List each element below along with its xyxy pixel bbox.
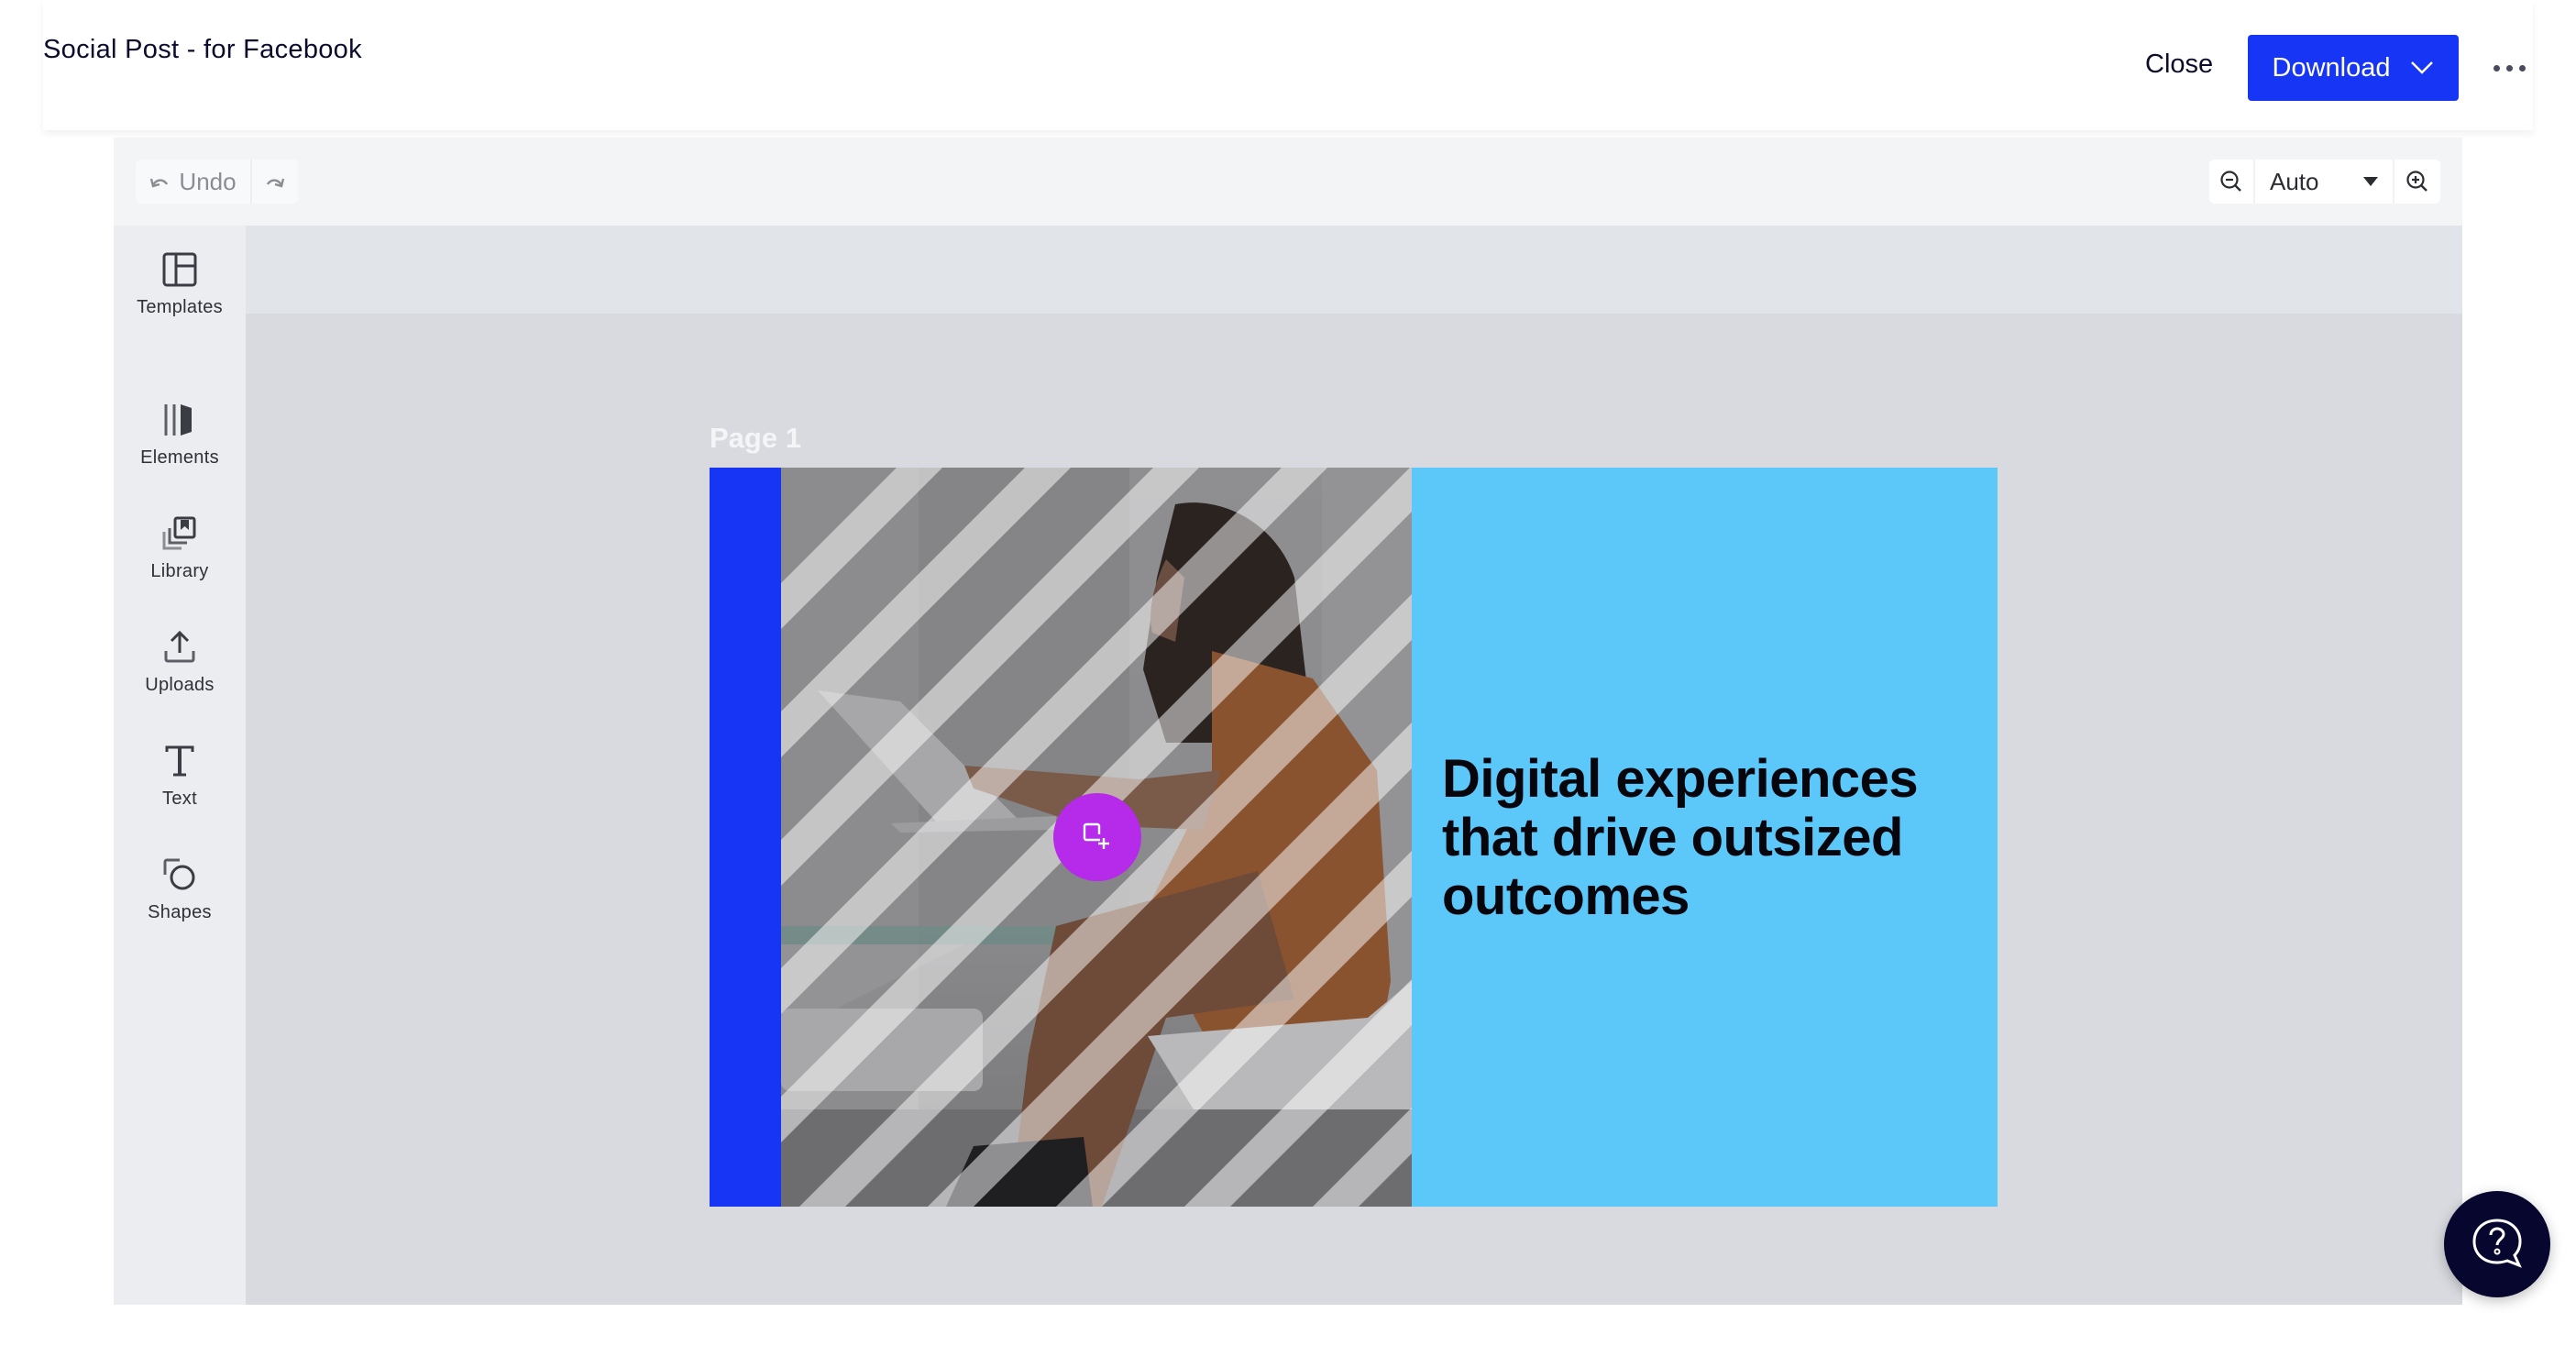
upload-icon [164,630,195,663]
sidebar-item-uploads[interactable]: Uploads [114,629,246,696]
zoom-in-button[interactable] [2394,160,2440,204]
add-element-button[interactable] [1053,793,1141,881]
more-options-button[interactable] [2486,55,2532,81]
history-controls: Undo [136,160,298,204]
tools-sidebar: Templates Elements Library Uploads Text … [114,226,246,1305]
help-chat-icon [2472,1219,2522,1268]
sidebar-label: Text [162,789,197,809]
zoom-out-icon [2220,171,2241,192]
sidebar-item-library[interactable]: Library [114,515,246,582]
canvas-top-band [246,226,2462,314]
undo-label: Undo [179,167,237,195]
more-horizontal-icon [2493,64,2500,72]
zoom-out-button[interactable] [2209,160,2255,204]
shapes-icon [163,858,195,890]
page-label: Page 1 [710,422,801,454]
download-button[interactable]: Download [2248,35,2459,101]
headline-text[interactable]: Digital experiences that drive outsized … [1442,750,1992,926]
sidebar-item-text[interactable]: Text [114,743,246,810]
sidebar-label: Library [150,561,209,581]
sidebar-item-shapes[interactable]: Shapes [114,856,246,923]
templates-icon [162,252,197,287]
redo-button[interactable] [252,160,298,204]
text-panel[interactable]: Digital experiences that drive outsized … [1412,468,1998,1207]
redo-icon [266,178,285,188]
close-button[interactable]: Close [2145,50,2213,80]
sidebar-label: Elements [140,447,219,468]
library-icon [162,516,196,550]
undo-icon [150,178,169,188]
accent-strip[interactable] [710,468,781,1207]
more-dot [2505,64,2513,72]
undo-button[interactable]: Undo [136,160,252,204]
zoom-level-select[interactable]: Auto [2255,160,2394,204]
elements-icon [164,404,192,436]
sidebar-label: Templates [137,297,223,317]
help-button[interactable] [2444,1191,2550,1297]
download-label: Download [2272,52,2391,83]
sidebar-label: Uploads [145,675,215,695]
editor-toolbar [114,138,2462,226]
zoom-level-value: Auto [2270,167,2319,195]
zoom-controls: Auto [2209,160,2440,204]
document-title[interactable]: Social Post - for Facebook [43,35,362,65]
design-page[interactable]: Digital experiences that drive outsized … [710,468,1998,1207]
add-frame-icon [1083,822,1109,849]
sidebar-label: Shapes [148,902,212,922]
more-dot [2518,64,2526,72]
chevron-down-icon [2411,61,2434,74]
caret-down-icon [2363,177,2378,186]
sidebar-item-elements[interactable]: Elements [114,402,246,469]
sidebar-item-templates[interactable]: Templates [114,251,246,318]
text-icon [165,745,194,777]
zoom-in-icon [2406,171,2427,192]
